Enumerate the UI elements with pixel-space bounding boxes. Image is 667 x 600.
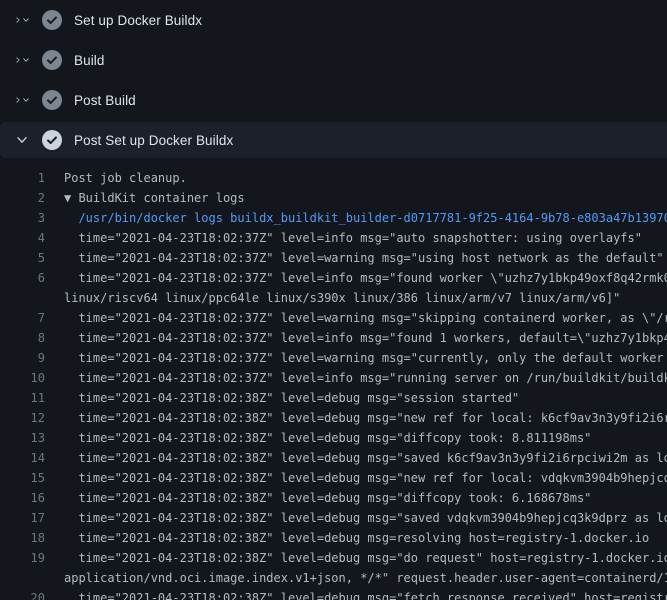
log-line: 8 time="2021-04-23T18:02:37Z" level=info…	[0, 328, 667, 348]
line-number: 10	[0, 368, 45, 388]
log-text: time="2021-04-23T18:02:38Z" level=debug …	[64, 488, 591, 508]
log-text: time="2021-04-23T18:02:37Z" level=info m…	[64, 368, 667, 388]
log-text: time="2021-04-23T18:02:38Z" level=debug …	[64, 448, 667, 468]
log-line: 17 time="2021-04-23T18:02:38Z" level=deb…	[0, 508, 667, 528]
chevron-icon	[14, 52, 30, 68]
log-text: time="2021-04-23T18:02:38Z" level=debug …	[64, 468, 667, 488]
log-line: 18 time="2021-04-23T18:02:38Z" level=deb…	[0, 528, 667, 548]
log-line: linux/riscv64 linux/ppc64le linux/s390x …	[0, 288, 667, 308]
log-text: application/vnd.oci.image.index.v1+json,…	[64, 568, 667, 588]
line-number: 20	[0, 588, 45, 600]
line-number: 17	[0, 508, 45, 528]
log-line: 13 time="2021-04-23T18:02:38Z" level=deb…	[0, 428, 667, 448]
line-number: 18	[0, 528, 45, 548]
check-circle-icon	[42, 10, 62, 30]
log-line: 15 time="2021-04-23T18:02:38Z" level=deb…	[0, 468, 667, 488]
steps-list: Set up Docker Buildx Build	[0, 0, 667, 158]
actions-log-viewer: Set up Docker Buildx Build	[0, 0, 667, 600]
log-line: 9 time="2021-04-23T18:02:37Z" level=warn…	[0, 348, 667, 368]
log-line: 1 Post job cleanup.	[0, 168, 667, 188]
chevron-right-icon	[14, 53, 22, 67]
chevron-down-icon	[15, 133, 29, 147]
line-number: 13	[0, 428, 45, 448]
log-line: 16 time="2021-04-23T18:02:38Z" level=deb…	[0, 488, 667, 508]
log-text: Post job cleanup.	[64, 168, 187, 188]
step-row-3[interactable]: Post Set up Docker Buildx	[0, 122, 667, 158]
log-text: time="2021-04-23T18:02:38Z" level=debug …	[64, 548, 667, 568]
check-circle-icon	[42, 130, 62, 150]
log-group-toggle[interactable]: ▼ BuildKit container logs	[64, 188, 245, 208]
log-line: 3 /usr/bin/docker logs buildx_buildkit_b…	[0, 208, 667, 228]
line-number	[0, 288, 45, 308]
line-number: 15	[0, 468, 45, 488]
log-line: application/vnd.oci.image.index.v1+json,…	[0, 568, 667, 588]
log-line: 19 time="2021-04-23T18:02:38Z" level=deb…	[0, 548, 667, 568]
log-text: time="2021-04-23T18:02:38Z" level=debug …	[64, 428, 591, 448]
chevron-right-icon	[14, 13, 22, 27]
line-number: 14	[0, 448, 45, 468]
log-line: 5 time="2021-04-23T18:02:37Z" level=warn…	[0, 248, 667, 268]
line-number: 8	[0, 328, 45, 348]
line-number: 5	[0, 248, 45, 268]
line-number: 11	[0, 388, 45, 408]
check-circle-icon	[42, 90, 62, 110]
check-circle-icon	[42, 50, 62, 70]
line-number: 3	[0, 208, 45, 228]
log-text: time="2021-04-23T18:02:38Z" level=debug …	[64, 408, 667, 428]
log-line: 10 time="2021-04-23T18:02:37Z" level=inf…	[0, 368, 667, 388]
line-number: 9	[0, 348, 45, 368]
log-text: time="2021-04-23T18:02:37Z" level=warnin…	[64, 308, 667, 328]
step-row-1[interactable]: Build	[0, 40, 667, 80]
line-number	[0, 568, 45, 588]
line-number: 1	[0, 168, 45, 188]
log-text: time="2021-04-23T18:02:37Z" level=info m…	[64, 328, 667, 348]
step-title: Post Set up Docker Buildx	[74, 133, 233, 148]
log-text: time="2021-04-23T18:02:37Z" level=warnin…	[64, 248, 664, 268]
chevron-down-icon	[22, 53, 30, 67]
log-line: 7 time="2021-04-23T18:02:37Z" level=warn…	[0, 308, 667, 328]
log-line: 20 time="2021-04-23T18:02:38Z" level=deb…	[0, 588, 667, 600]
step-title: Post Build	[74, 93, 136, 108]
log-line: 6 time="2021-04-23T18:02:37Z" level=info…	[0, 268, 667, 288]
step-row-0[interactable]: Set up Docker Buildx	[0, 0, 667, 40]
log-line: 2 ▼ BuildKit container logs	[0, 188, 667, 208]
log-text: linux/riscv64 linux/ppc64le linux/s390x …	[64, 288, 620, 308]
log-line: 11 time="2021-04-23T18:02:38Z" level=deb…	[0, 388, 667, 408]
log-output[interactable]: 1 Post job cleanup. 2 ▼ BuildKit contain…	[0, 160, 667, 600]
line-number: 12	[0, 408, 45, 428]
log-command-text: /usr/bin/docker logs buildx_buildkit_bui…	[64, 208, 667, 228]
chevron-icon	[14, 12, 30, 28]
chevron-right-icon	[14, 93, 22, 107]
log-line: 14 time="2021-04-23T18:02:38Z" level=deb…	[0, 448, 667, 468]
line-number: 16	[0, 488, 45, 508]
log-text: time="2021-04-23T18:02:38Z" level=debug …	[64, 388, 519, 408]
log-text: time="2021-04-23T18:02:38Z" level=debug …	[64, 508, 667, 528]
line-number: 7	[0, 308, 45, 328]
chevron-icon	[14, 132, 30, 148]
chevron-down-icon	[22, 13, 30, 27]
log-text: time="2021-04-23T18:02:37Z" level=info m…	[64, 268, 667, 288]
line-number: 6	[0, 268, 45, 288]
step-title: Build	[74, 53, 105, 68]
chevron-down-icon	[22, 93, 30, 107]
log-line: 12 time="2021-04-23T18:02:38Z" level=deb…	[0, 408, 667, 428]
log-text: time="2021-04-23T18:02:38Z" level=debug …	[64, 528, 649, 548]
line-number: 2	[0, 188, 45, 208]
log-text: time="2021-04-23T18:02:37Z" level=info m…	[64, 228, 642, 248]
line-number: 19	[0, 548, 45, 568]
log-text: time="2021-04-23T18:02:37Z" level=warnin…	[64, 348, 667, 368]
step-row-2[interactable]: Post Build	[0, 80, 667, 120]
chevron-icon	[14, 92, 30, 108]
line-number: 4	[0, 228, 45, 248]
step-title: Set up Docker Buildx	[74, 13, 202, 28]
log-line: 4 time="2021-04-23T18:02:37Z" level=info…	[0, 228, 667, 248]
log-text: time="2021-04-23T18:02:38Z" level=debug …	[64, 588, 667, 600]
